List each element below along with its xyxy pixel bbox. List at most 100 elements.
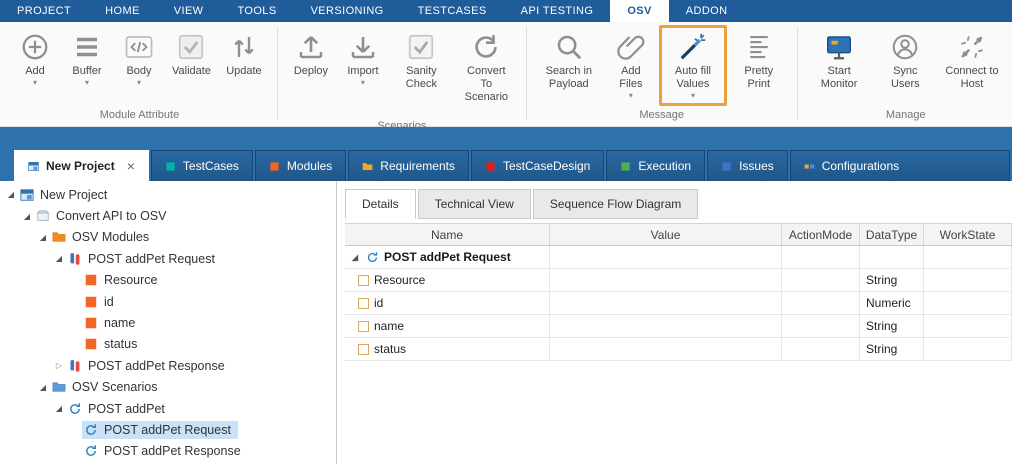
update-button[interactable]: Update <box>219 25 269 106</box>
tab-testcases[interactable]: TestCases <box>151 150 253 181</box>
dropdown-caret-icon: ▾ <box>85 79 89 88</box>
tab-requirements[interactable]: Requirements <box>348 150 469 181</box>
folder-blue-icon <box>52 380 66 394</box>
close-tab-icon[interactable]: × <box>127 159 135 173</box>
config-icon <box>804 161 815 172</box>
expanded-arrow-icon[interactable]: ◢ <box>349 253 361 262</box>
tree-item-id[interactable]: id <box>0 291 336 312</box>
tree-item-post-addpet-response[interactable]: POST addPet Response <box>0 441 336 462</box>
table-row[interactable]: ResourceString <box>345 269 1012 292</box>
attach-icon <box>616 32 646 62</box>
menu-item-addon[interactable]: ADDON <box>669 0 745 22</box>
menu-item-tools[interactable]: TOOLS <box>220 0 293 22</box>
tree-item-name[interactable]: name <box>0 312 336 333</box>
search-in-payload-button[interactable]: Search in Payload <box>535 25 603 106</box>
pretty-print-button[interactable]: Pretty Print <box>729 25 789 106</box>
expanded-arrow-icon[interactable]: ◢ <box>52 254 66 263</box>
tab-testcasedesign[interactable]: TestCaseDesign <box>471 150 604 181</box>
detail-tab-details[interactable]: Details <box>345 189 416 219</box>
cell-actionmode <box>782 338 860 360</box>
table-row[interactable]: statusString <box>345 338 1012 361</box>
cell-workstate <box>924 246 1012 268</box>
row-checkbox[interactable] <box>358 275 369 286</box>
expanded-arrow-icon[interactable]: ◢ <box>36 383 50 392</box>
detail-panel: DetailsTechnical ViewSequence Flow Diagr… <box>337 181 1012 464</box>
menu-item-osv[interactable]: OSV <box>610 0 668 22</box>
column-header-datatype[interactable]: DataType <box>860 224 924 245</box>
tree-item-post-addpet[interactable]: ◢POST addPet <box>0 398 336 419</box>
add-button[interactable]: Add▾ <box>10 25 60 106</box>
tree-item-convert-api-to-osv[interactable]: ◢Convert API to OSV <box>0 205 336 226</box>
tab-new-project[interactable]: New Project× <box>14 150 149 181</box>
tree-item-post-addpet-response[interactable]: ▷POST addPet Response <box>0 355 336 376</box>
menu-item-view[interactable]: VIEW <box>157 0 221 22</box>
tree-item-status[interactable]: status <box>0 334 336 355</box>
ribbon-button-label: Add Files <box>611 65 651 91</box>
refresh-icon <box>68 402 82 416</box>
table-row[interactable]: ◢POST addPet Request <box>345 246 1012 269</box>
column-header-value[interactable]: Value <box>550 224 782 245</box>
green-square-icon <box>620 161 631 172</box>
expanded-arrow-icon[interactable]: ◢ <box>52 404 66 413</box>
ribbon-button-label: Update <box>226 65 261 78</box>
cell-value <box>550 338 782 360</box>
row-checkbox[interactable] <box>358 344 369 355</box>
column-header-name[interactable]: Name <box>345 224 550 245</box>
tab-issues[interactable]: Issues <box>707 150 788 181</box>
row-checkbox[interactable] <box>358 321 369 332</box>
import-button[interactable]: Import▾ <box>338 25 388 117</box>
deploy-button[interactable]: Deploy <box>286 25 336 117</box>
tree-item-post-addpet-request[interactable]: POST addPet Request <box>0 419 336 440</box>
row-checkbox[interactable] <box>358 298 369 309</box>
auto-fill-values-button[interactable]: Auto fill Values▾ <box>659 25 727 106</box>
menu-item-testcases[interactable]: TESTCASES <box>401 0 504 22</box>
sync-users-button[interactable]: Sync Users <box>875 25 936 106</box>
tree-item-post-addpet-request[interactable]: ◢POST addPet Request <box>0 248 336 269</box>
menu-item-api-testing[interactable]: API TESTING <box>504 0 611 22</box>
convert-to-scenario-button[interactable]: Convert To Scenario <box>455 25 518 117</box>
update-icon <box>229 32 259 62</box>
menu-item-project[interactable]: PROJECT <box>0 0 88 22</box>
orange-square-icon <box>269 161 280 172</box>
cell-actionmode <box>782 246 860 268</box>
column-header-actionmode[interactable]: ActionMode <box>782 224 860 245</box>
buffer-button[interactable]: Buffer▾ <box>62 25 112 106</box>
detail-tab-sequence-flow-diagram[interactable]: Sequence Flow Diagram <box>533 189 698 219</box>
detail-tabs: DetailsTechnical ViewSequence Flow Diagr… <box>345 189 1012 219</box>
connect-to-host-button[interactable]: Connect to Host <box>938 25 1006 106</box>
ribbon-group-scenarios: DeployImport▾Sanity CheckConvert To Scen… <box>280 23 524 126</box>
detail-tab-technical-view[interactable]: Technical View <box>418 189 531 219</box>
buffer-icon <box>72 32 102 62</box>
tree-item-osv-scenarios[interactable]: ◢OSV Scenarios <box>0 377 336 398</box>
collapsed-arrow-icon[interactable]: ▷ <box>52 361 66 370</box>
tree-item-resource[interactable]: Resource <box>0 270 336 291</box>
sync-users-icon <box>890 32 920 62</box>
window-icon <box>20 188 34 202</box>
tree-item-new-project[interactable]: ◢New Project <box>0 184 336 205</box>
tab-execution[interactable]: Execution <box>606 150 705 181</box>
tab-modules[interactable]: Modules <box>255 150 346 181</box>
add-circle-icon <box>20 32 50 62</box>
start-monitor-button[interactable]: Start Monitor <box>806 25 873 106</box>
tab-configurations[interactable]: Configurations <box>790 150 1010 181</box>
body-button[interactable]: Body▾ <box>114 25 164 106</box>
validate-button[interactable]: Validate <box>166 25 217 106</box>
column-header-workstate[interactable]: WorkState <box>924 224 1012 245</box>
menu-item-home[interactable]: HOME <box>88 0 157 22</box>
add-files-button[interactable]: Add Files▾ <box>605 25 657 106</box>
menu-item-versioning[interactable]: VERSIONING <box>294 0 401 22</box>
expanded-arrow-icon[interactable]: ◢ <box>20 212 34 221</box>
dropdown-caret-icon: ▾ <box>137 79 141 88</box>
tree-item-osv-modules[interactable]: ◢OSV Modules <box>0 227 336 248</box>
search-icon <box>554 32 584 62</box>
sanity-check-button[interactable]: Sanity Check <box>390 25 453 117</box>
table-row[interactable]: idNumeric <box>345 292 1012 315</box>
code-icon <box>124 32 154 62</box>
expanded-arrow-icon[interactable]: ◢ <box>4 190 18 199</box>
dropdown-caret-icon: ▾ <box>361 79 365 88</box>
expanded-arrow-icon[interactable]: ◢ <box>36 233 50 242</box>
table-row[interactable]: nameString <box>345 315 1012 338</box>
tab-label: Requirements <box>380 159 455 173</box>
import-icon <box>348 32 378 62</box>
cell-value <box>550 246 782 268</box>
